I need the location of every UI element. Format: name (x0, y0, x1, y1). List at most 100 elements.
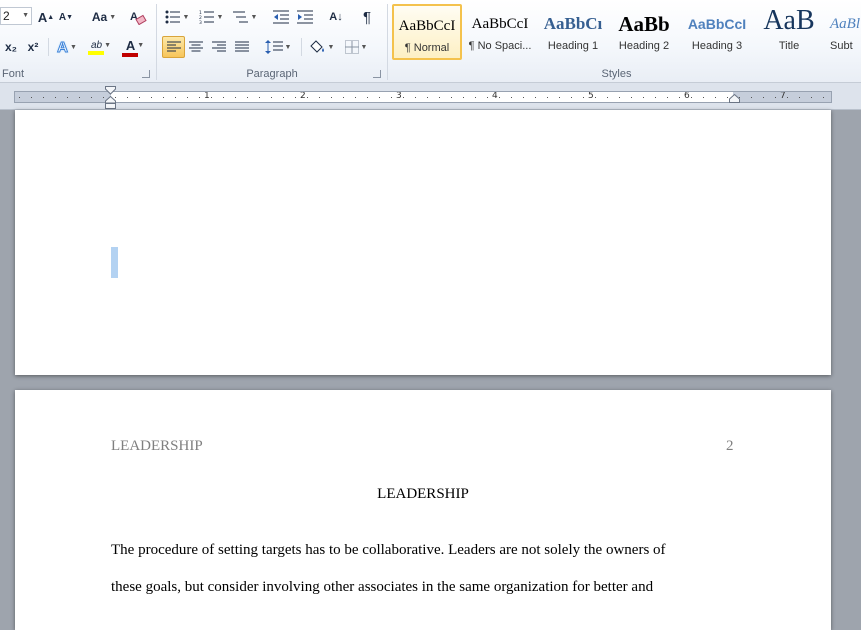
ruler-tick (283, 97, 284, 98)
ruler-tick (511, 97, 512, 98)
multilevel-list-button[interactable]: ▼ (231, 7, 259, 27)
ruler-tick (19, 97, 20, 98)
subscript-button[interactable]: x₂ (2, 37, 20, 57)
text-effects-button[interactable]: A ▼ (54, 37, 80, 57)
ruler-tick (127, 97, 128, 98)
ruler-tick (667, 97, 668, 98)
ruler-tick (223, 97, 224, 98)
ruler-tick (163, 97, 164, 98)
ruler-tick (631, 97, 632, 98)
font-dialog-launcher-icon[interactable] (142, 70, 150, 78)
align-right-button[interactable] (209, 37, 229, 57)
ruler-tick (595, 97, 596, 98)
page-number: 2 (726, 438, 734, 454)
ruler-tick (403, 97, 404, 98)
text-effects-icon: A (57, 38, 69, 56)
align-right-icon (212, 41, 226, 52)
sort-icon: A↓ (329, 11, 343, 23)
ruler-tick (343, 97, 344, 98)
shrink-font-button[interactable]: A ▼ (58, 7, 74, 27)
ruler-tick (799, 97, 800, 98)
right-indent-marker[interactable] (729, 94, 740, 103)
paint-bucket-icon (309, 40, 324, 53)
ruler-tick (475, 97, 476, 98)
line-spacing-icon (264, 40, 283, 54)
increase-indent-button[interactable] (295, 7, 315, 27)
align-left-button[interactable] (162, 36, 185, 58)
ruler-tick (607, 97, 608, 98)
ruler-tick (583, 97, 584, 98)
numbering-icon: 1 2 3 (199, 10, 214, 24)
highlight-color-button[interactable]: ab ▼ (86, 37, 116, 57)
document-title: LEADERSHIP (377, 486, 469, 502)
grow-font-button[interactable]: A ▲ (38, 7, 54, 27)
first-line-indent-marker[interactable] (105, 86, 116, 95)
numbering-button[interactable]: 1 2 3 ▼ (197, 7, 225, 27)
page-2[interactable]: LEADERSHIP 2 LEADERSHIP The procedure of… (15, 390, 831, 630)
ruler-tick (151, 97, 152, 98)
ruler-tick (139, 97, 140, 98)
increase-indent-icon (297, 10, 313, 24)
ruler-tick (775, 97, 776, 98)
ruler-number: 3 (396, 91, 402, 101)
ruler-tick (751, 97, 752, 98)
align-center-button[interactable] (186, 37, 206, 57)
decrease-indent-button[interactable] (271, 7, 291, 27)
sort-button[interactable]: A↓ (325, 7, 347, 27)
justify-icon (235, 41, 249, 52)
font-group-label: Font (2, 68, 25, 80)
chevron-down-icon: ▼ (22, 12, 29, 19)
text-selection-cursor (111, 247, 118, 278)
change-case-button[interactable]: Aa ▼ (90, 7, 118, 27)
svg-text:3: 3 (199, 20, 202, 24)
show-hide-marks-button[interactable]: ¶ (357, 7, 377, 27)
ruler-number: 2 (300, 91, 306, 101)
styles-group: Styles (388, 0, 861, 82)
font-size-value: 2 (3, 9, 10, 23)
ruler-tick (379, 97, 380, 98)
font-group: 2 ▼ A▲ A▼ Aa▼ A A x₂ x² A▼ (0, 0, 156, 82)
bullets-button[interactable]: ▼ (163, 7, 191, 27)
borders-button[interactable]: ▼ (341, 37, 371, 57)
ruler-tick (427, 97, 428, 98)
horizontal-ruler[interactable]: 1 2 3 4 5 6 7 (14, 91, 832, 103)
ruler-tick (691, 97, 692, 98)
ruler-tick (643, 97, 644, 98)
styles-group-label: Styles (601, 68, 632, 80)
multilevel-list-icon (232, 11, 248, 23)
ruler-tick (295, 97, 296, 98)
ruler-tick (535, 97, 536, 98)
ruler-tick (763, 97, 764, 98)
ruler-tick (235, 97, 236, 98)
ruler-bar: 1 2 3 4 5 6 7 (0, 83, 861, 110)
font-size-select[interactable]: 2 ▼ (0, 7, 32, 25)
ruler-tick (55, 97, 56, 98)
justify-button[interactable] (232, 37, 252, 57)
paragraph-group-label: Paragraph (246, 68, 298, 80)
line-spacing-button[interactable]: ▼ (263, 37, 293, 57)
ruler-tick (487, 97, 488, 98)
ruler-tick (79, 97, 80, 98)
ruler-tick (187, 97, 188, 98)
font-color-swatch (122, 52, 138, 57)
align-left-icon (166, 41, 181, 52)
bullets-icon (165, 10, 180, 24)
clear-formatting-button[interactable]: A (128, 7, 148, 27)
page-1[interactable] (15, 110, 831, 375)
ruler-left-margin (15, 92, 111, 102)
ruler-tick (619, 97, 620, 98)
ruler-number: 5 (588, 91, 594, 101)
superscript-icon: x² (27, 40, 39, 54)
shading-button[interactable]: ▼ (307, 37, 337, 57)
ruler-tick (439, 97, 440, 98)
clear-formatting-icon: A (130, 11, 147, 25)
ruler-tick (319, 97, 320, 98)
superscript-button[interactable]: x² (24, 37, 42, 57)
ruler-tick (247, 97, 248, 98)
ruler-tick (31, 97, 32, 98)
ruler-tick (559, 97, 560, 98)
highlighter-icon: ab (90, 39, 103, 51)
font-color-icon: A (125, 37, 136, 53)
font-color-button[interactable]: A ▼ (120, 37, 150, 57)
hanging-indent-marker[interactable] (105, 96, 116, 109)
